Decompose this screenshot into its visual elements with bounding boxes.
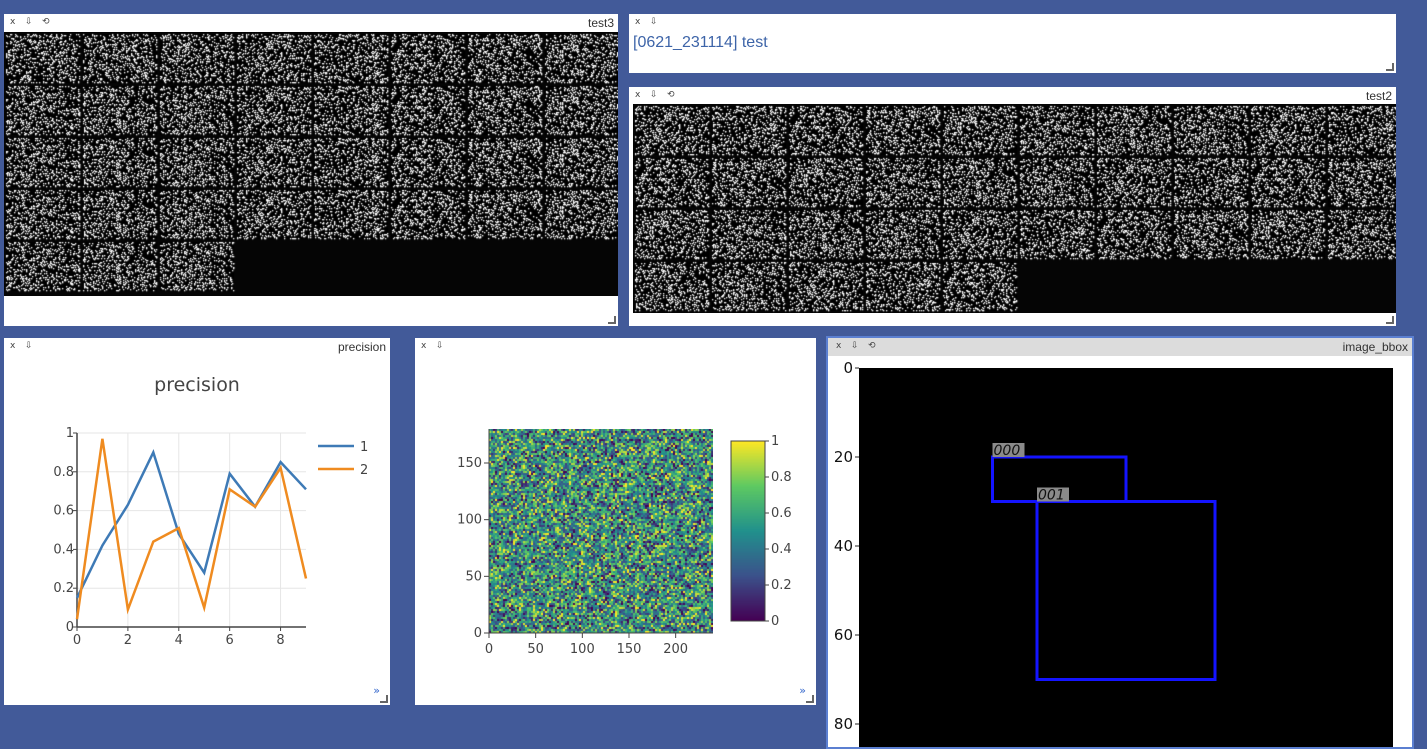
y-tick-label: 0.4	[53, 542, 74, 557]
pin-icon[interactable]: ⇩	[650, 89, 658, 101]
refresh-icon[interactable]: ⟲	[42, 16, 50, 28]
y-tick-label: 60	[834, 626, 853, 644]
pane-test3-title-bar[interactable]: x ⇩ ⟲ test3	[4, 14, 618, 32]
y-tick-label: 50	[465, 569, 482, 584]
y-tick-label: 40	[834, 537, 853, 555]
colorbar-frame	[730, 440, 766, 622]
resize-handle[interactable]	[608, 316, 616, 324]
colorbar-tick-label: 0.4	[771, 542, 792, 557]
colorbar-tick-label: 0	[771, 614, 779, 629]
pane-text: x ⇩ [0621_231114] test	[629, 14, 1396, 73]
pane-test2-title-bar[interactable]: x ⇩ ⟲ test2	[629, 87, 1396, 105]
pin-icon[interactable]: ⇩	[25, 16, 33, 28]
y-tick-label: 0.2	[53, 581, 74, 596]
colorbar-tick-label: 1	[771, 434, 779, 449]
chart-title: precision	[154, 374, 240, 396]
legend-label: 1	[360, 440, 368, 455]
y-tick-label: 100	[457, 513, 482, 528]
x-tick-label: 6	[226, 633, 234, 648]
x-tick-label: 200	[663, 642, 688, 657]
x-tick-label: 4	[175, 633, 183, 648]
pane-precision: x ⇩ precision precision 0 0.2 0.4 0.6 0.8 1 0 2 4…	[4, 338, 390, 705]
y-tick-label: 0	[474, 626, 482, 641]
x-tick-label: 150	[617, 642, 642, 657]
pane-heatmap: x ⇩ 0 50 100 150 200 0 50 100 150 0 0.2 0.4 0.6 0.8 1 …	[415, 338, 816, 705]
resize-handle[interactable]	[806, 695, 814, 703]
series-1-line	[75, 449, 307, 599]
pane-text-title-bar[interactable]: x ⇩	[629, 14, 1396, 32]
expand-icon[interactable]: »	[799, 684, 806, 697]
close-icon[interactable]: x	[635, 16, 640, 28]
x-tick-label: 0	[485, 642, 493, 657]
image-area	[859, 368, 1393, 747]
pane-test2: x ⇩ ⟲ test2	[629, 87, 1396, 326]
resize-handle[interactable]	[1386, 63, 1394, 71]
x-tick-label: 50	[527, 642, 544, 657]
x-tick-label: 100	[570, 642, 595, 657]
resize-handle[interactable]	[380, 695, 388, 703]
colorbar-tick-label: 0.8	[771, 470, 792, 485]
precision-line-chart: precision00.20.40.60.810 2 4 6 812	[53, 374, 368, 648]
heatmap-axes: 0 50 100 150 200 0 50 100 150 0 0.2 0.4 0.6 0.8 1	[457, 429, 792, 657]
pane-title: test2	[1365, 89, 1392, 103]
x-tick-label: 0	[73, 633, 81, 648]
y-tick-label: 0.6	[53, 504, 74, 519]
y-tick-label: 0.8	[53, 465, 74, 480]
legend-label: 2	[360, 463, 368, 478]
close-icon[interactable]: x	[10, 16, 15, 28]
y-tick-label: 1	[66, 426, 74, 441]
close-icon[interactable]: x	[635, 89, 640, 101]
resize-handle[interactable]	[1386, 316, 1394, 324]
expand-icon[interactable]: »	[373, 684, 380, 697]
bbox-label: 001	[1038, 488, 1065, 504]
image-grid-test3	[4, 32, 618, 296]
image-grid-test2	[633, 104, 1396, 313]
pin-icon[interactable]: ⇩	[650, 16, 658, 28]
pane-test3: x ⇩ ⟲ test3	[4, 14, 618, 326]
image-bbox-plot: 0 20 40 60 80 000 001	[834, 359, 1393, 747]
y-tick-label: 80	[834, 715, 853, 733]
x-tick-label: 2	[124, 633, 132, 648]
x-tick-label: 8	[276, 633, 284, 648]
text-pane-content: [0621_231114] test	[633, 34, 768, 51]
colorbar-tick-label: 0.6	[771, 506, 792, 521]
pane-title: test3	[587, 16, 614, 30]
y-tick-label: 150	[457, 456, 482, 471]
y-tick-label: 20	[834, 448, 853, 466]
pane-image-bbox: x ⇩ ⟲ image_bbox 0 20 40 60 80 000 001	[826, 336, 1414, 749]
y-tick-label: 0	[843, 359, 853, 377]
colorbar-tick-label: 0.2	[771, 578, 792, 593]
bbox-label: 000	[994, 443, 1021, 459]
refresh-icon[interactable]: ⟲	[667, 89, 675, 101]
